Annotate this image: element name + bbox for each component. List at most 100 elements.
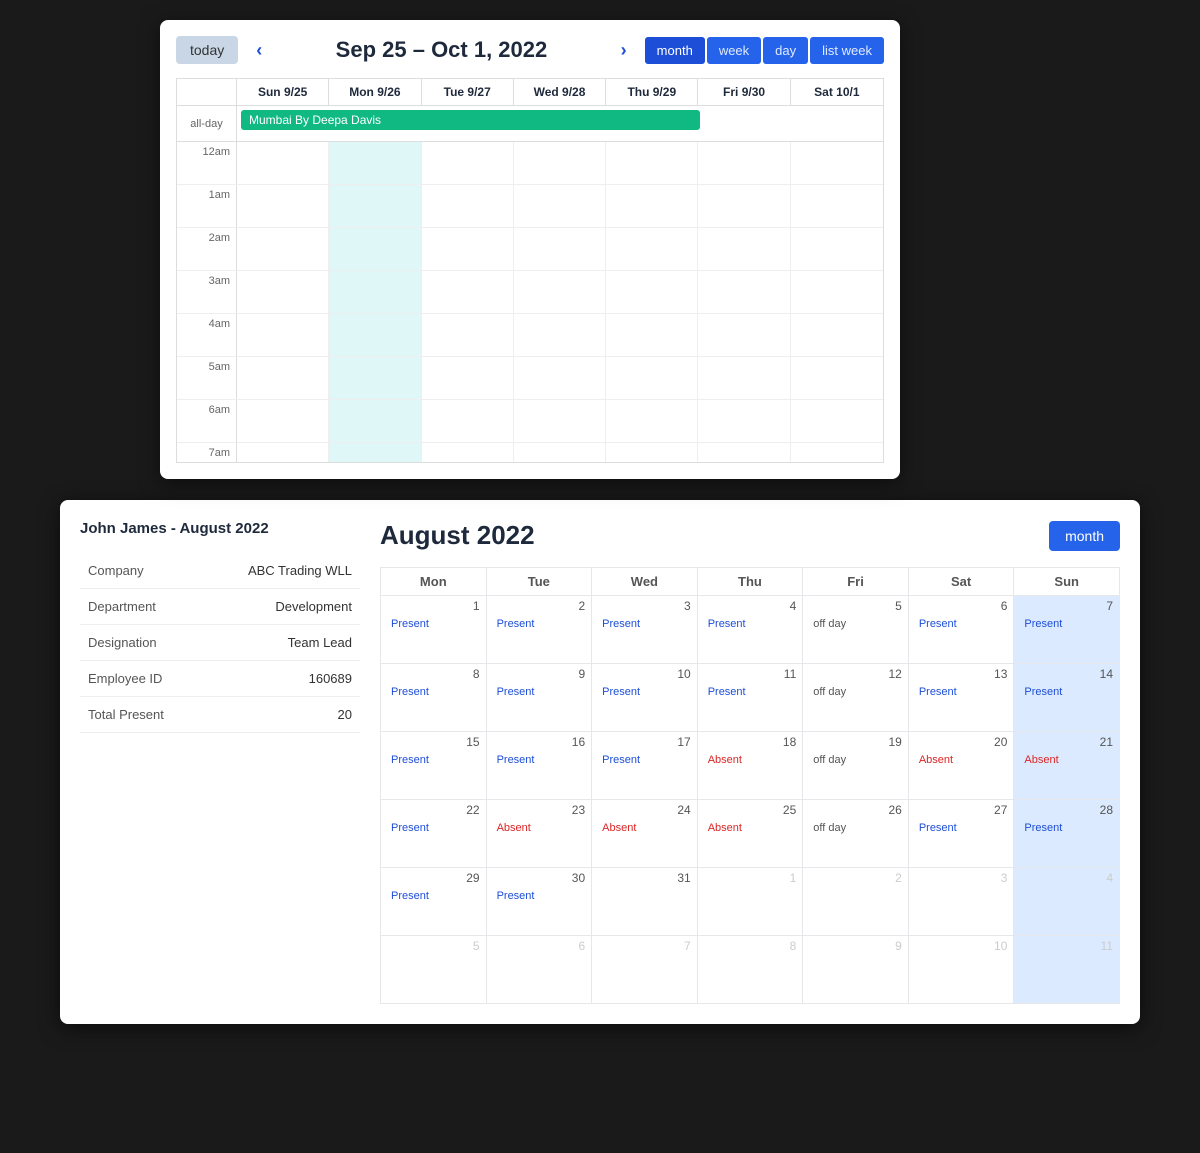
month-day-cell[interactable]: 25Absent [697,800,803,868]
day-number: 17 [598,735,691,749]
cell-sat-3am [791,271,883,313]
month-day-cell[interactable]: 7 [592,936,698,1004]
month-day-cell[interactable]: 12off day [803,664,909,732]
month-view-button[interactable]: month [645,37,705,64]
month-day-cell[interactable]: 26off day [803,800,909,868]
day-header-tue: Tue 9/27 [422,79,514,105]
month-day-cell[interactable]: 1 [697,868,803,936]
day-number: 24 [598,803,691,817]
time-row-1am: 1am [177,185,883,228]
attendance-status: off day [809,753,850,767]
cell-sat-5am [791,357,883,399]
day-number: 8 [704,939,797,953]
month-day-cell[interactable]: 8 [697,936,803,1004]
month-day-cell[interactable]: 4Present [697,596,803,664]
month-day-cell[interactable]: 5off day [803,596,909,664]
day-view-button[interactable]: day [763,37,808,64]
cell-sun-12am [237,142,329,184]
month-day-cell[interactable]: 16Present [486,732,592,800]
month-day-cell[interactable]: 22Present [381,800,487,868]
month-day-cell[interactable]: 9 [803,936,909,1004]
month-day-cell[interactable]: 29Present [381,868,487,936]
all-day-event[interactable]: Mumbai By Deepa Davis [241,110,700,130]
month-day-cell[interactable]: 13Present [908,664,1014,732]
month-day-cell[interactable]: 30Present [486,868,592,936]
cell-wed-1am [514,185,606,227]
info-row-designation: Designation Team Lead [80,625,360,661]
prev-week-button[interactable]: ‹ [250,38,268,63]
month-day-cell[interactable]: 9Present [486,664,592,732]
month-day-cell[interactable]: 8Present [381,664,487,732]
col-wed: Wed [592,568,698,596]
attendance-status: off day [809,821,850,835]
month-day-cell[interactable]: 3Present [592,596,698,664]
month-day-cell[interactable]: 4 [1014,868,1120,936]
month-day-cell[interactable]: 11 [1014,936,1120,1004]
week-view-button[interactable]: week [707,37,761,64]
day-number: 31 [598,871,691,885]
month-day-cell[interactable]: 10 [908,936,1014,1004]
bottom-layout: John James - August 2022 Company ABC Tra… [80,520,1120,1004]
time-row-5am: 5am [177,357,883,400]
month-day-cell[interactable]: 2 [803,868,909,936]
day-header-sat: Sat 10/1 [791,79,883,105]
month-day-cell[interactable]: 19off day [803,732,909,800]
time-rows[interactable]: 12am 1am 2am [177,142,883,462]
cell-tue-5am [422,357,514,399]
month-day-cell[interactable]: 23Absent [486,800,592,868]
col-mon: Mon [381,568,487,596]
month-day-cell[interactable]: 10Present [592,664,698,732]
col-fri: Fri [803,568,909,596]
day-header-thu: Thu 9/29 [606,79,698,105]
label-designation: Designation [80,625,201,661]
info-row-employee-id: Employee ID 160689 [80,661,360,697]
next-week-button[interactable]: › [615,38,633,63]
month-day-cell[interactable]: 3 [908,868,1014,936]
month-day-cell[interactable]: 24Absent [592,800,698,868]
time-label-2am: 2am [177,228,237,270]
all-day-row: all-day Mumbai By Deepa Davis [177,106,883,142]
col-tue: Tue [486,568,592,596]
month-day-cell[interactable]: 20Absent [908,732,1014,800]
day-number: 9 [809,939,902,953]
attendance-status: Present [493,685,539,699]
day-header-fri: Fri 9/30 [698,79,790,105]
list-week-view-button[interactable]: list week [810,37,884,64]
attendance-status: Present [387,889,433,903]
cell-tue-3am [422,271,514,313]
all-day-event-area: Mumbai By Deepa Davis [237,106,883,141]
day-number: 8 [387,667,480,681]
month-day-cell[interactable]: 7Present [1014,596,1120,664]
day-number: 6 [915,599,1008,613]
cell-mon-4am [329,314,421,356]
attendance-status: Present [387,617,433,631]
month-day-cell[interactable]: 15Present [381,732,487,800]
cell-fri-5am [698,357,790,399]
cell-sat-12am [791,142,883,184]
employee-info-table: Company ABC Trading WLL Department Devel… [80,553,360,733]
day-number: 11 [704,667,797,681]
month-day-cell[interactable]: 31 [592,868,698,936]
cell-tue-7am [422,443,514,462]
month-day-cell[interactable]: 5 [381,936,487,1004]
attendance-status: Present [598,685,644,699]
month-day-cell[interactable]: 18Absent [697,732,803,800]
attendance-status: Present [1020,617,1066,631]
month-day-cell[interactable]: 17Present [592,732,698,800]
all-day-label: all-day [177,106,237,141]
cell-mon-3am [329,271,421,313]
attendance-status: Present [1020,685,1066,699]
month-day-cell[interactable]: 6Present [908,596,1014,664]
month-day-cell[interactable]: 11Present [697,664,803,732]
cell-fri-4am [698,314,790,356]
month-day-cell[interactable]: 28Present [1014,800,1120,868]
month-day-cell[interactable]: 1Present [381,596,487,664]
today-button[interactable]: today [176,36,238,64]
month-view-toggle[interactable]: month [1049,521,1120,551]
month-day-cell[interactable]: 6 [486,936,592,1004]
month-day-cell[interactable]: 27Present [908,800,1014,868]
month-day-cell[interactable]: 14Present [1014,664,1120,732]
month-day-cell[interactable]: 2Present [486,596,592,664]
month-week-row-4: 29Present30Present 31 1234 [381,868,1120,936]
month-day-cell[interactable]: 21Absent [1014,732,1120,800]
